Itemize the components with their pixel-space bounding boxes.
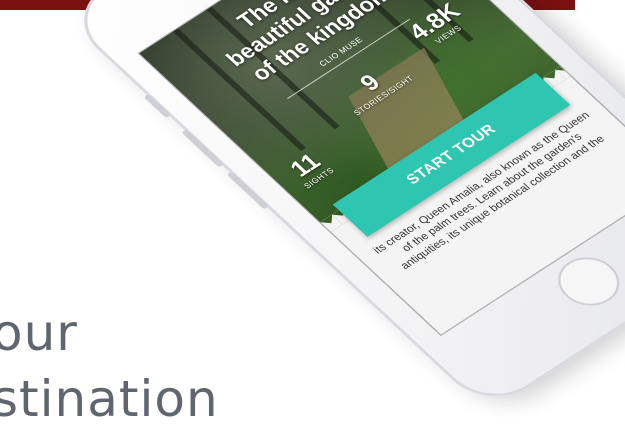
phone-mute-switch xyxy=(143,93,172,119)
phone-mockup-wrapper: The most beautiful garden of the kingdom… xyxy=(0,0,625,418)
phone-volume-up xyxy=(181,129,225,168)
phone-mockup: The most beautiful garden of the kingdom… xyxy=(61,0,625,414)
phone-volume-down xyxy=(226,171,270,210)
app-screen: The most beautiful garden of the kingdom… xyxy=(137,0,625,336)
